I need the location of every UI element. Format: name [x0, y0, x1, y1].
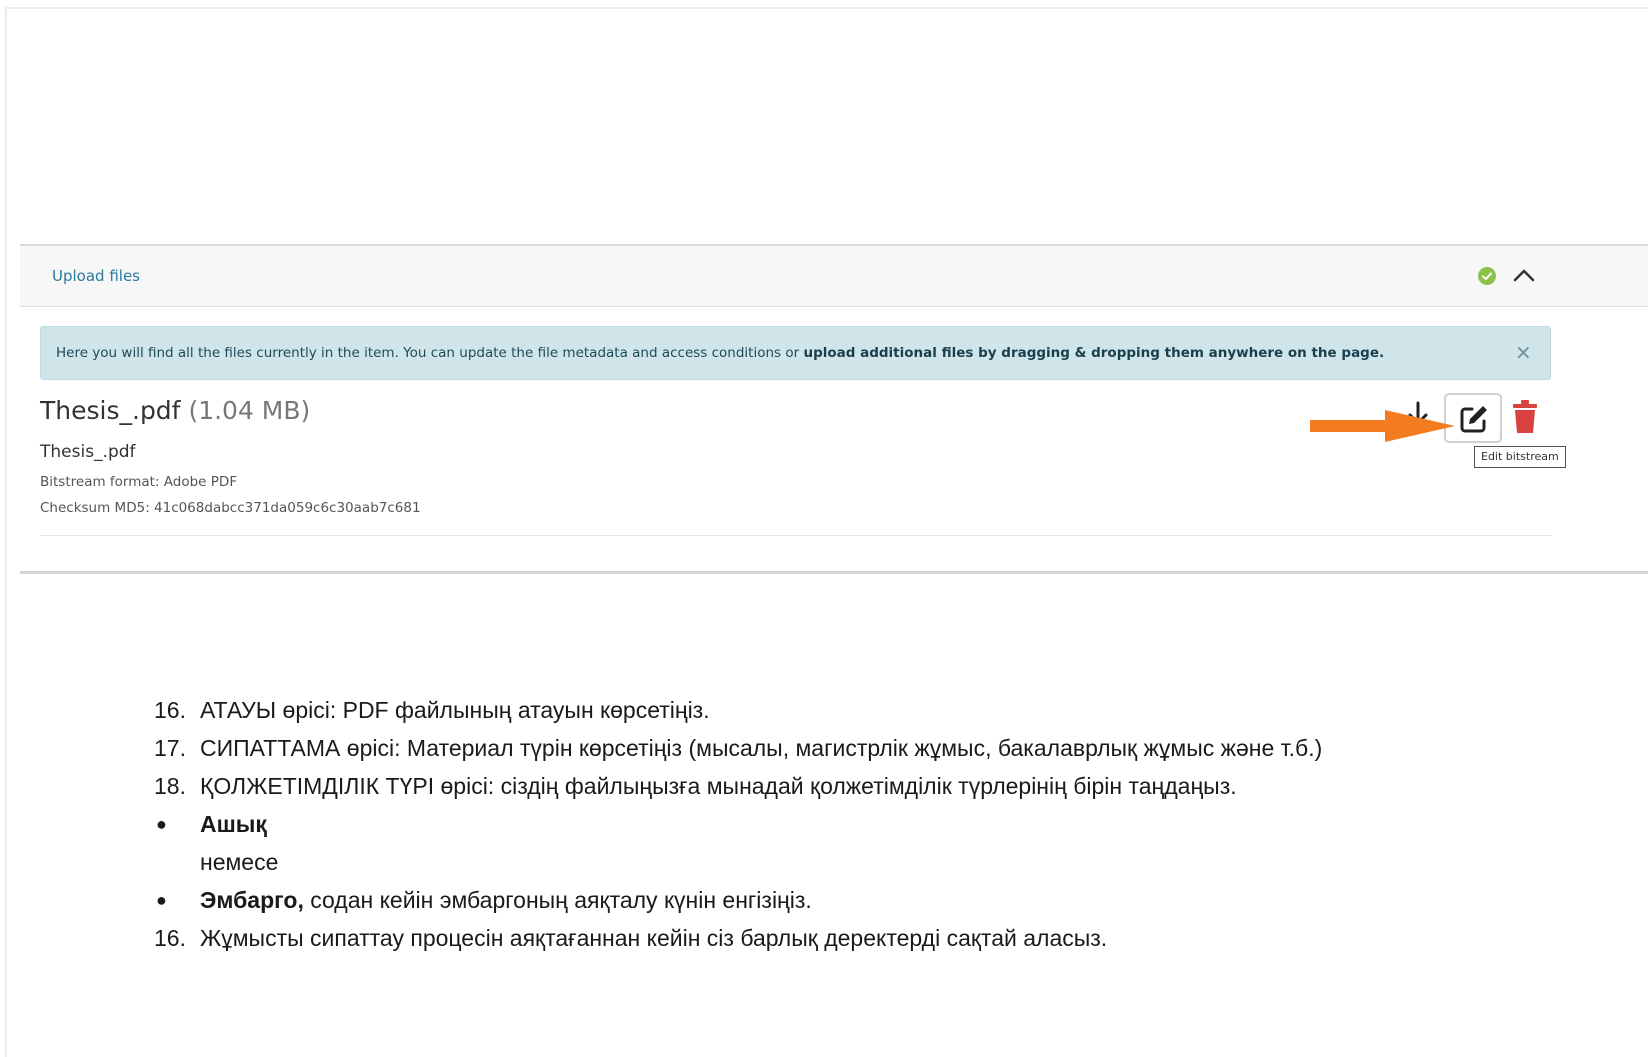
- info-alert: Here you will find all the files current…: [40, 326, 1551, 380]
- panel-title[interactable]: Upload files: [52, 267, 140, 285]
- annotation-arrow-icon: [1310, 410, 1455, 442]
- upload-files-panel: Upload files Here you will find all the …: [20, 244, 1648, 574]
- close-icon[interactable]: ×: [1515, 340, 1532, 364]
- bitstream-format: Bitstream format: Adobe PDF: [40, 474, 238, 490]
- option-open: Ашық: [200, 811, 267, 837]
- file-name: Thesis_.pdf: [40, 442, 136, 462]
- trash-icon[interactable]: [1509, 399, 1541, 435]
- file-title: Thesis_.pdf (1.04 MB): [40, 396, 311, 425]
- alert-text-bold: upload additional files by dragging & dr…: [803, 345, 1385, 361]
- alert-text: Here you will find all the files current…: [56, 345, 1385, 361]
- edit-icon: [1458, 403, 1490, 435]
- check-circle-icon: [1478, 267, 1496, 285]
- file-size: (1.04 MB): [188, 396, 311, 425]
- edit-bitstream-tooltip: Edit bitstream: [1474, 446, 1566, 468]
- divider: [40, 535, 1551, 536]
- option-embargo: Эмбарго,: [200, 887, 304, 913]
- checksum-md5: Checksum MD5: 41c068dabcc371da059c6c30aa…: [40, 500, 421, 516]
- chevron-up-icon[interactable]: [1511, 264, 1537, 286]
- panel-header: Upload files: [20, 246, 1648, 307]
